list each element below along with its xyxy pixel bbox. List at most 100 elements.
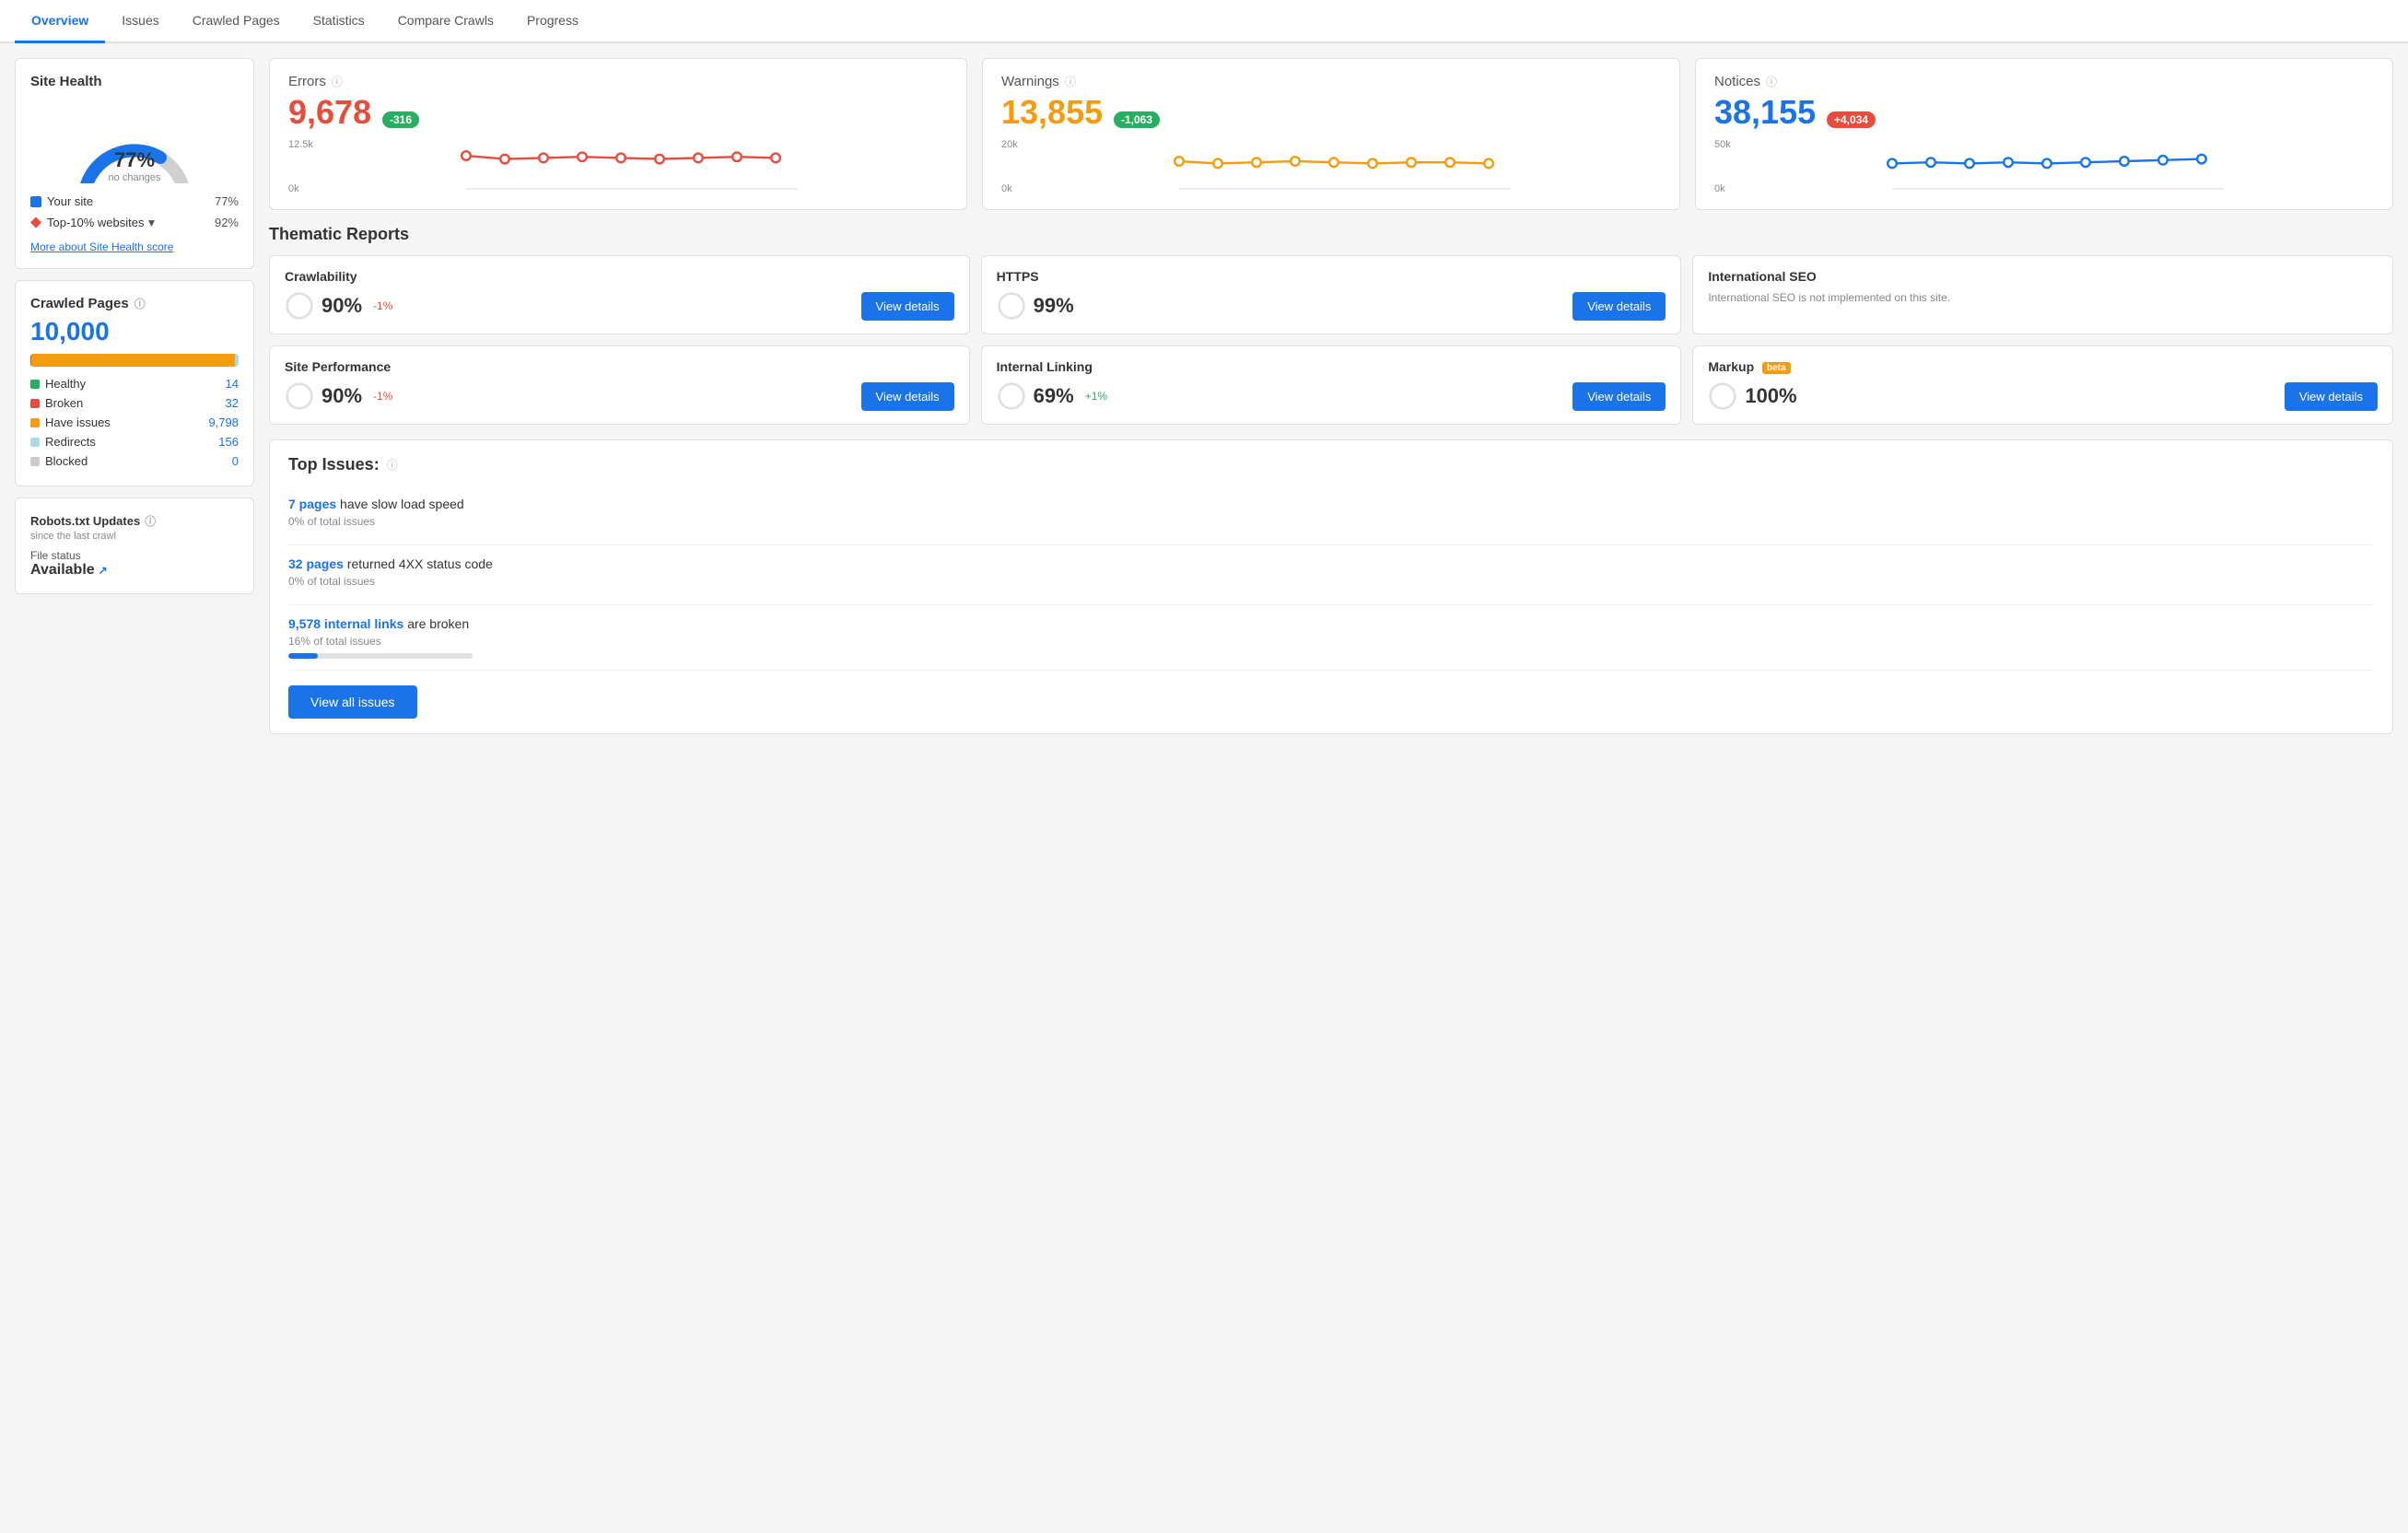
errors-chart: 12.5k 0k [288, 139, 948, 194]
dot-blocked [30, 457, 40, 466]
gauge-container: 77% no changes [30, 100, 239, 183]
report-internal-linking-title: Internal Linking [997, 359, 1666, 374]
label-redirects: Redirects [45, 435, 96, 449]
errors-badge: -316 [382, 111, 419, 128]
top-sites-legend: Top-10% websites ▼ 92% [30, 212, 239, 233]
notices-label: Notices ⓘ [1714, 74, 2374, 89]
issue-broken-links-desc: are broken [407, 616, 469, 631]
dot-healthy [30, 380, 40, 389]
your-site-label: Your site [47, 194, 93, 208]
warnings-value-row: 13,855 -1,063 [1001, 93, 1661, 132]
more-about-link[interactable]: More about Site Health score [30, 240, 173, 253]
report-intl-seo: International SEO International SEO is n… [1692, 255, 2393, 334]
crawlability-score: 90% [321, 294, 362, 318]
label-blocked: Blocked [45, 454, 88, 468]
issue-4xx: 32 pages returned 4XX status code 0% of … [288, 545, 2374, 605]
sidebar: Site Health 77% no chan [15, 58, 254, 1515]
top-sites-arrow: ▼ [146, 216, 158, 229]
file-status-value: Available ↗ [30, 562, 239, 579]
crawlability-change: -1% [373, 299, 392, 312]
val-healthy: 14 [226, 377, 239, 391]
warnings-chart: 20k 0k [1001, 139, 1661, 194]
label-issues: Have issues [45, 415, 111, 429]
gauge-wrapper: 77% no changes [65, 100, 204, 183]
your-site-dot [30, 196, 41, 207]
markup-view-btn[interactable]: View details [2285, 382, 2378, 411]
your-site-val: 77% [215, 194, 239, 208]
https-view-btn[interactable]: View details [1572, 292, 1666, 321]
warnings-chart-svg [1029, 139, 1661, 194]
issue-slow-load-link[interactable]: 7 pages [288, 497, 336, 511]
main-layout: Site Health 77% no chan [0, 43, 2408, 1530]
internal-linking-change: +1% [1085, 390, 1107, 403]
issue-4xx-link[interactable]: 32 pages [288, 556, 344, 571]
metrics-row: Errors ⓘ 9,678 -316 12.5k 0k [269, 58, 2393, 210]
main-content: Errors ⓘ 9,678 -316 12.5k 0k [269, 58, 2393, 1515]
notices-chart: 50k 0k [1714, 139, 2374, 194]
notices-info-icon[interactable]: ⓘ [1766, 74, 1777, 89]
crawled-info-icon[interactable]: ⓘ [134, 296, 146, 311]
markup-circle [1708, 381, 1737, 411]
top-issues-title: Top Issues: [288, 455, 380, 474]
report-intl-seo-note: International SEO is not implemented on … [1708, 291, 2378, 304]
ext-link-icon[interactable]: ↗ [99, 564, 108, 577]
issue-broken-links: 9,578 internal links are broken 16% of t… [288, 605, 2374, 671]
issue-broken-links-link[interactable]: 9,578 internal links [288, 616, 403, 631]
tab-statistics[interactable]: Statistics [297, 0, 381, 43]
tab-progress[interactable]: Progress [510, 0, 595, 43]
gauge-text: 77% no changes [109, 148, 161, 183]
gauge-label: no changes [109, 172, 161, 183]
label-broken: Broken [45, 396, 83, 410]
top-sites-dot [30, 217, 41, 228]
tab-crawled-pages[interactable]: Crawled Pages [176, 0, 297, 43]
internal-linking-score: 69% [1034, 384, 1074, 408]
warnings-info-icon[interactable]: ⓘ [1065, 74, 1076, 89]
issue-slow-load-sub: 0% of total issues [288, 515, 2374, 528]
report-crawlability-title: Crawlability [285, 269, 954, 284]
report-https-title: HTTPS [997, 269, 1666, 284]
dot-issues [30, 418, 40, 427]
crawled-bar [30, 354, 239, 367]
top-issues-section: Top Issues: ⓘ 7 pages have slow load spe… [269, 439, 2393, 734]
site-performance-score: 90% [321, 384, 362, 408]
notices-card: Notices ⓘ 38,155 +4,034 50k 0k [1695, 58, 2393, 210]
top-sites-label: Top-10% websites [47, 216, 145, 229]
file-status-label: File status [30, 549, 239, 562]
notices-value: 38,155 [1714, 93, 1816, 131]
view-all-issues-btn[interactable]: View all issues [288, 685, 417, 719]
issue-slow-load-desc: have slow load speed [340, 497, 464, 511]
val-broken: 32 [226, 396, 239, 410]
stat-healthy: Healthy 14 [30, 374, 239, 393]
stat-broken: Broken 32 [30, 393, 239, 413]
site-health-card: Site Health 77% no chan [15, 58, 254, 269]
issue-4xx-desc: returned 4XX status code [347, 556, 493, 571]
dot-broken [30, 399, 40, 408]
issue-broken-links-bar [288, 653, 473, 659]
robots-info-icon[interactable]: ⓘ [145, 513, 156, 529]
errors-label: Errors ⓘ [288, 74, 948, 89]
thematic-reports-section: Thematic Reports Crawlability 90% -1% [269, 225, 2393, 425]
label-healthy: Healthy [45, 377, 86, 391]
bar-issues [31, 354, 235, 367]
site-performance-view-btn[interactable]: View details [861, 382, 954, 411]
tab-compare-crawls[interactable]: Compare Crawls [381, 0, 510, 43]
bar-redirects [235, 354, 239, 367]
https-circle [997, 291, 1026, 321]
beta-badge: beta [1762, 362, 1791, 374]
errors-info-icon[interactable]: ⓘ [332, 74, 343, 89]
top-issues-info-icon[interactable]: ⓘ [387, 457, 398, 473]
tab-overview[interactable]: Overview [15, 0, 105, 43]
issue-4xx-sub: 0% of total issues [288, 575, 2374, 588]
tab-issues[interactable]: Issues [105, 0, 175, 43]
your-site-legend: Your site 77% [30, 191, 239, 212]
gauge-percent: 77% [109, 148, 161, 172]
crawlability-view-btn[interactable]: View details [861, 292, 954, 321]
report-crawlability: Crawlability 90% -1% View details [269, 255, 970, 334]
internal-linking-view-btn[interactable]: View details [1572, 382, 1666, 411]
crawled-pages-title: Crawled Pages ⓘ [30, 296, 239, 311]
thematic-reports-title: Thematic Reports [269, 225, 2393, 244]
warnings-card: Warnings ⓘ 13,855 -1,063 20k 0k [982, 58, 1680, 210]
issue-slow-load: 7 pages have slow load speed 0% of total… [288, 486, 2374, 545]
robots-subtitle: since the last crawl [30, 531, 239, 542]
site-performance-circle [285, 381, 314, 411]
